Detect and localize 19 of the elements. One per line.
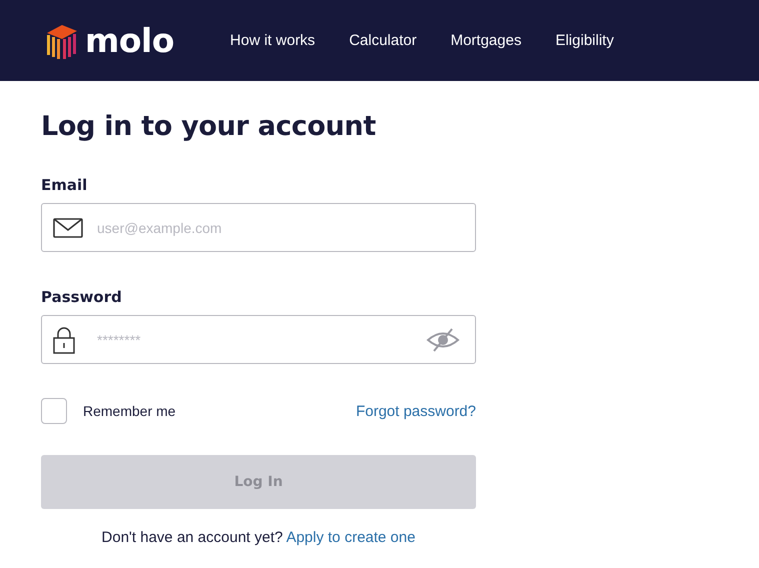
nav-link[interactable]: Calculator — [349, 32, 417, 49]
nav-link[interactable]: Eligibility — [555, 32, 614, 49]
page-title: Log in to your account — [41, 111, 377, 142]
nav-link[interactable]: Mortgages — [450, 32, 522, 49]
password-label: Password — [41, 288, 123, 306]
envelope-icon — [53, 218, 83, 238]
padlock-icon — [53, 326, 75, 354]
remember-checkbox[interactable] — [41, 398, 67, 424]
signup-prompt: Don't have an account yet? — [102, 529, 283, 546]
email-label: Email — [41, 176, 88, 194]
eye-slash-icon[interactable] — [426, 326, 460, 352]
remember-label: Remember me — [83, 403, 176, 419]
brand-logo-text: molo — [85, 21, 174, 60]
forgot-password-link[interactable]: Forgot password? — [356, 402, 476, 420]
signup-link[interactable]: Apply to create one — [286, 529, 416, 546]
email-field[interactable]: user@example.com — [41, 203, 476, 252]
nav-link[interactable]: How it works — [230, 32, 316, 49]
password-field[interactable]: ******** — [41, 315, 476, 364]
cube-logo-icon — [45, 22, 79, 58]
